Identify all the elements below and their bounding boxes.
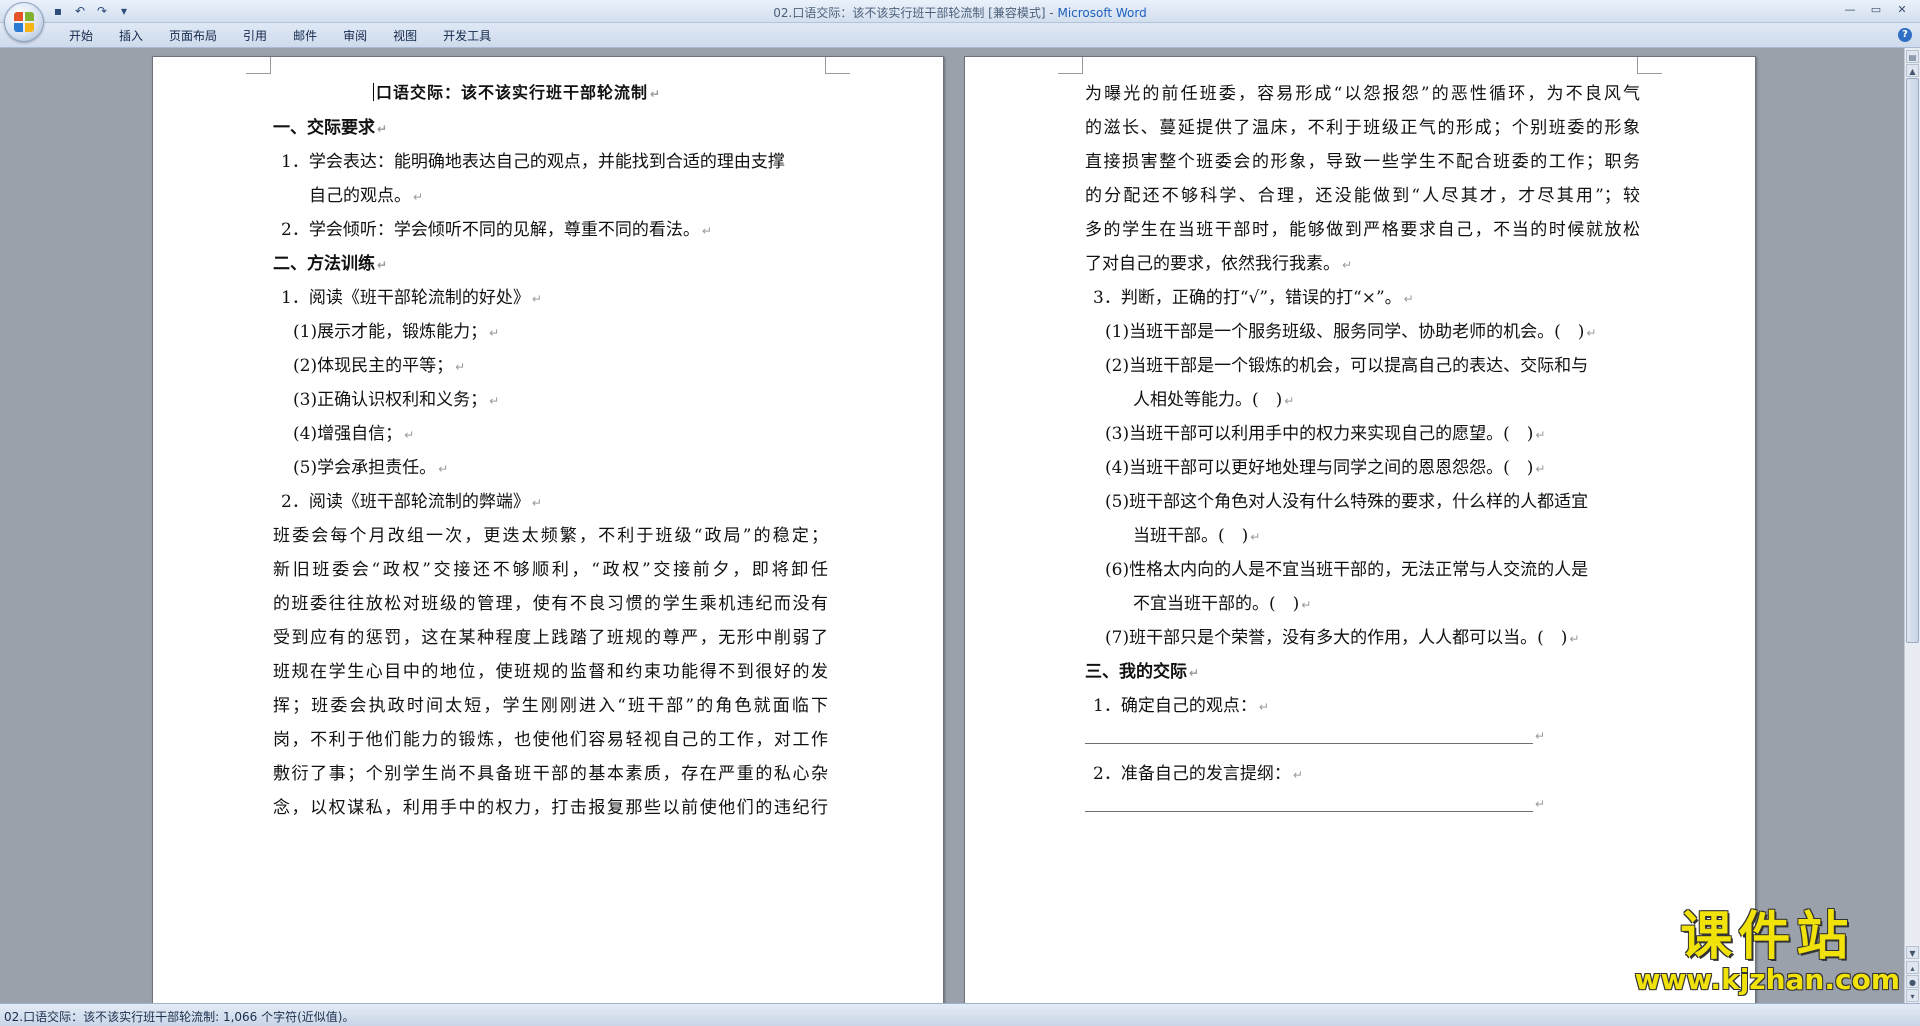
body-line: 直接损害整个班委会的形象，导致一些学生不配合班委的工作；职务 — [1085, 152, 1640, 172]
tab-insert[interactable]: 插入 — [106, 28, 156, 44]
ruler-toggle-icon[interactable]: ▤ — [1906, 50, 1919, 63]
scroll-down-icon[interactable]: ▼ — [1906, 946, 1919, 959]
list-item: 当班干部。( ) ↵ — [1133, 526, 1261, 546]
margin-mark — [246, 57, 271, 74]
watermark-url: www.kjzhan.com — [1634, 963, 1900, 996]
list-item: (2)当班干部是一个锻炼的机会，可以提高自己的表达、交际和与 — [1105, 356, 1589, 376]
watermark: 课件站 www.kjzhan.com — [1635, 909, 1900, 995]
select-browse-object-icon[interactable]: ● — [1906, 975, 1919, 988]
body-line: 的分配还不够科学、合理，还没能做到“人尽其才，才尽其用”；较 — [1085, 186, 1640, 206]
window-controls: — ▭ ✕ — [1838, 2, 1914, 18]
ribbon-tab-bar: 开始 插入 页面布局 引用 邮件 审阅 视图 开发工具 ? — [0, 23, 1920, 48]
paragraph-line: 1．学会表达：能明确地表达自己的观点，并能找到合适的理由支撑 — [281, 152, 785, 172]
list-item: (5)班干部这个角色对人没有什么特殊的要求，什么样的人都适宜 — [1105, 492, 1589, 512]
body-line: 为曝光的前任班委，容易形成“以怨报怨”的恶性循环，为不良风气 — [1085, 84, 1640, 104]
answer-blank-line[interactable]: ________________________________________… — [1085, 725, 1545, 744]
tab-page-layout[interactable]: 页面布局 — [156, 28, 230, 44]
margin-mark — [825, 57, 850, 74]
tab-references[interactable]: 引用 — [230, 28, 280, 44]
body-line: 班规在学生心目中的地位，使班规的监督和约束功能得不到很好的发 — [273, 662, 828, 682]
body-line: 多的学生在当班干部时，能够做到严格要求自己，不当的时候就放松 — [1085, 220, 1640, 240]
list-item: 人相处等能力。( ) ↵ — [1133, 390, 1295, 410]
paragraph-line: 3．判断，正确的打“√”，错误的打“×”。 ↵ — [1093, 288, 1414, 308]
scroll-up-icon[interactable]: ▲ — [1906, 64, 1919, 77]
list-item: (7)班干部只是个荣誉，没有多大的作用，人人都可以当。( ) ↵ — [1105, 628, 1580, 648]
list-item: (5)学会承担责任。 ↵ — [293, 458, 449, 478]
heading: 二、方法训练 ↵ — [273, 254, 388, 274]
body-line: 念，以权谋私，利用手中的权力，打击报复那些以前使他们的违纪行 — [273, 798, 828, 818]
maximize-icon[interactable]: ▭ — [1864, 2, 1888, 18]
next-page-icon[interactable]: ▾ — [1906, 989, 1919, 1002]
list-item: (4)当班干部可以更好地处理与同学之间的恩恩怨怨。( ) ↵ — [1105, 458, 1546, 478]
paragraph-line: 2．阅读《班干部轮流制的弊端》 ↵ — [281, 492, 542, 512]
heading: 一、交际要求 ↵ — [273, 118, 388, 138]
list-item: (3)正确认识权利和义务； ↵ — [293, 390, 500, 410]
tab-mailings[interactable]: 邮件 — [280, 28, 330, 44]
list-item: (6)性格太内向的人是不宜当班干部的，无法正常与人交流的人是 — [1105, 560, 1589, 580]
body-line: 的班委往往放松对班级的管理，使有不良习惯的学生乘机违纪而没有 — [273, 594, 828, 614]
answer-blank-line[interactable]: ________________________________________… — [1085, 793, 1545, 812]
previous-page-icon[interactable]: ▴ — [1906, 961, 1919, 974]
list-item: 不宜当班干部的。( ) ↵ — [1133, 594, 1312, 614]
list-item: (1)当班干部是一个服务班级、服务同学、协助老师的机会。( ) ↵ — [1105, 322, 1597, 342]
title-bar: ▪ ↶ ↷ ▾ 02.口语交际：该不该实行班干部轮流制 [兼容模式] - Mic… — [0, 0, 1920, 23]
paragraph-line: 自己的观点。 ↵ — [309, 186, 424, 206]
close-icon[interactable]: ✕ — [1890, 2, 1914, 18]
window-title: 02.口语交际：该不该实行班干部轮流制 [兼容模式] - Microsoft W… — [773, 6, 1147, 20]
margin-mark — [1058, 57, 1083, 74]
body-line: 岗，不利于他们能力的锻炼，也使他们容易轻视自己的工作，对工作 — [273, 730, 828, 750]
minimize-icon[interactable]: — — [1838, 2, 1862, 18]
watermark-title: 课件站 — [1680, 907, 1855, 967]
list-item: (4)增强自信； ↵ — [293, 424, 415, 444]
help-icon[interactable]: ? — [1898, 28, 1912, 42]
heading: 三、我的交际 ↵ — [1085, 662, 1200, 682]
page-left[interactable]: 口语交际：该不该实行班干部轮流制 ↵ 一、交际要求 ↵ 1．学会表达：能明确地表达自… — [152, 56, 944, 1003]
body-line: 敷衍了事；个别学生尚不具备班干部的基本素质，存在严重的私心杂 — [273, 764, 828, 784]
status-text: 02.口语交际：该不该实行班干部轮流制: 1,066 个字符(近似值)。 — [4, 1010, 355, 1024]
margin-mark — [1637, 57, 1662, 74]
ribbon-tabs: 开始 插入 页面布局 引用 邮件 审阅 视图 开发工具 — [56, 28, 504, 44]
body-line: 了对自己的要求，依然我行我素。 ↵ — [1085, 254, 1353, 274]
list-item: (1)展示才能，锻炼能力； ↵ — [293, 322, 500, 342]
scrollbar-thumb[interactable] — [1906, 78, 1919, 643]
office-logo-icon — [14, 12, 34, 32]
paragraph-line: 1．确定自己的观点： ↵ — [1093, 696, 1269, 716]
paragraph-line: 2．学会倾听：学会倾听不同的见解，尊重不同的看法。 ↵ — [281, 220, 712, 240]
paragraph-line: 2．准备自己的发言提纲： ↵ — [1093, 764, 1303, 784]
tab-developer[interactable]: 开发工具 — [430, 28, 504, 44]
body-line: 受到应有的惩罚，这在某种程度上践踏了班规的尊严，无形中削弱了 — [273, 628, 828, 648]
document-area[interactable]: 口语交际：该不该实行班干部轮流制 ↵ 一、交际要求 ↵ 1．学会表达：能明确地表达自… — [0, 48, 1905, 1003]
document-title: 口语交际：该不该实行班干部轮流制 ↵ — [373, 79, 661, 103]
tab-view[interactable]: 视图 — [380, 28, 430, 44]
paragraph-line: 1．阅读《班干部轮流制的好处》 ↵ — [281, 288, 542, 308]
list-item: (2)体现民主的平等； ↵ — [293, 356, 466, 376]
tab-review[interactable]: 审阅 — [330, 28, 380, 44]
list-item: (3)当班干部可以利用手中的权力来实现自己的愿望。( ) ↵ — [1105, 424, 1546, 444]
vertical-scrollbar[interactable]: ▤ ▲ ▼ ▴ ● ▾ — [1904, 48, 1920, 1003]
page-right[interactable]: 为曝光的前任班委，容易形成“以怨报怨”的恶性循环，为不良风气 的滋长、蔓延提供了… — [964, 56, 1756, 1003]
body-line: 新旧班委会“政权”交接还不够顺利，“政权”交接前夕，即将卸任 — [273, 560, 828, 580]
body-line: 班委会每个月改组一次，更迭太频繁，不利于班级“政局”的稳定； — [273, 526, 828, 546]
office-button[interactable] — [4, 2, 44, 42]
text-cursor — [373, 83, 374, 101]
body-line: 的滋长、蔓延提供了温床，不利于班级正气的形成；个别班委的形象 — [1085, 118, 1640, 138]
status-bar: 02.口语交际：该不该实行班干部轮流制: 1,066 个字符(近似值)。 — [0, 1003, 1920, 1026]
tab-home[interactable]: 开始 — [56, 28, 106, 44]
body-line: 挥；班委会执政时间太短，学生刚刚进入“班干部”的角色就面临下 — [273, 696, 828, 716]
